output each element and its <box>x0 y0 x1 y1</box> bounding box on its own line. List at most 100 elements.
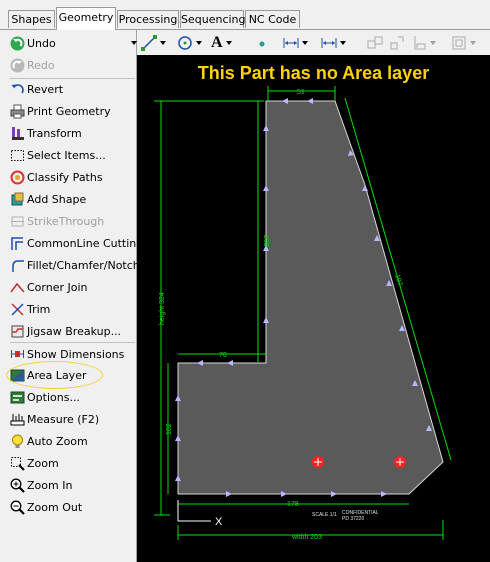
sidebar-item-zoom-out[interactable]: Zoom Out <box>10 497 136 517</box>
tab-shapes-label: Shapes <box>11 13 52 26</box>
undo-label: Undo <box>27 36 56 50</box>
text-icon: A <box>211 33 223 51</box>
tab-sequencing[interactable]: Sequencing <box>180 10 246 28</box>
horizontal-dimension-button[interactable] <box>283 34 308 51</box>
sidebar-item-transform[interactable]: Transform <box>10 123 136 143</box>
horizontal-dimension-icon <box>283 37 299 48</box>
sidebar-item-zoom[interactable]: Zoom <box>10 453 136 473</box>
drawing-toolbar: A <box>131 30 490 55</box>
sidebar-item-corner-join[interactable]: Corner Join <box>10 277 136 297</box>
sidebar-item-zoom-in[interactable]: Zoom In <box>10 475 136 495</box>
sidebar-item-label: Jigsaw Breakup... <box>27 324 122 338</box>
part-drawing: X 51 203 197 height 324 70 102 178 width… <box>154 86 452 541</box>
line-tool-button[interactable] <box>141 34 166 51</box>
sidebar-item-label: Transform <box>27 126 82 140</box>
sidebar-item-label: CommonLine Cutting <box>27 236 144 250</box>
sidebar-item-show-dimensions[interactable]: Show Dimensions <box>10 344 136 364</box>
trim-icon <box>10 302 25 317</box>
anchor-icon <box>414 35 426 50</box>
dim-top: 51 <box>297 89 305 96</box>
dim-width: width 203 <box>291 534 322 541</box>
sidebar-item-strikethrough[interactable]: StrikeThrough <box>10 211 136 231</box>
tab-nc-code-label: NC Code <box>248 13 297 26</box>
sidebar-item-trim[interactable]: Trim <box>10 299 136 319</box>
tab-bar: Shapes Geometry Processing Sequencing NC… <box>0 0 490 30</box>
sidebar-item-label: Select Items... <box>27 148 106 162</box>
pd-number-text: PD 37220 <box>342 516 364 522</box>
sidebar-item-label: Zoom In <box>27 478 73 492</box>
sidebar-item-label: StrikeThrough <box>27 214 105 228</box>
scale-text: SCALE 1/1 <box>312 512 337 518</box>
sidebar-item-label: Zoom Out <box>27 500 83 514</box>
undo-button[interactable]: Undo <box>10 33 136 53</box>
fillet-icon <box>10 258 25 273</box>
point-icon <box>259 41 265 46</box>
dim-left-lower: 102 <box>166 423 173 435</box>
sidebar-item-commonline-cutting[interactable]: CommonLine Cutting <box>10 233 143 253</box>
undo-icon <box>10 36 25 51</box>
origin-axis <box>177 500 211 522</box>
dim-bottom: 178 <box>287 501 299 508</box>
line-icon <box>141 34 157 51</box>
sidebar-item-label: Print Geometry <box>27 104 111 118</box>
pierce-marker[interactable] <box>394 456 406 468</box>
revert-icon <box>10 82 25 97</box>
zoom-out-icon <box>10 500 25 515</box>
x-axis-label: X <box>215 516 223 528</box>
sidebar-item-label: Fillet/Chamfer/Notch <box>27 258 140 272</box>
toolbar-grip <box>128 34 137 51</box>
redo-icon <box>10 58 25 73</box>
corner-join-icon <box>10 280 25 295</box>
sidebar-item-measure[interactable]: Measure (F2) <box>10 409 136 429</box>
redo-button[interactable]: Redo <box>10 55 136 75</box>
classify-paths-icon <box>10 170 25 185</box>
drawing-canvas[interactable]: This Part has no Area layer X 51 203 197… <box>137 55 490 562</box>
auto-zoom-icon <box>10 434 25 449</box>
sidebar-item-options[interactable]: Options... <box>10 387 136 407</box>
tab-geometry[interactable]: Geometry <box>56 7 116 30</box>
measure-icon <box>10 412 25 427</box>
add-shape-icon <box>10 192 25 207</box>
zoom-box-icon <box>10 456 25 471</box>
sidebar-item-fillet-chamfer-notch[interactable]: Fillet/Chamfer/Notch <box>10 255 140 275</box>
sidebar-item-jigsaw-breakup[interactable]: Jigsaw Breakup... <box>10 321 136 341</box>
tab-shapes[interactable]: Shapes <box>8 10 55 28</box>
pierce-marker[interactable] <box>312 456 324 468</box>
select-box-icon <box>10 148 25 163</box>
point-tool-button[interactable] <box>257 34 267 51</box>
distribute-tool-button[interactable] <box>389 34 405 51</box>
tab-nc-code[interactable]: NC Code <box>245 10 300 28</box>
text-tool-button[interactable]: A <box>211 34 232 51</box>
circle-arc-icon <box>178 35 192 50</box>
redo-label: Redo <box>27 58 55 72</box>
sidebar-item-add-shape[interactable]: Add Shape <box>10 189 136 209</box>
zoom-in-icon <box>10 478 25 493</box>
sidebar-item-label: Options... <box>27 390 80 404</box>
sidebar-item-auto-zoom[interactable]: Auto Zoom <box>10 431 136 451</box>
sidebar-item-label: Zoom <box>27 456 59 470</box>
sidebar-item-label: Revert <box>27 82 64 96</box>
sidebar-item-revert[interactable]: Revert <box>10 79 136 99</box>
sidebar-item-select-items[interactable]: Select Items... <box>10 145 136 165</box>
sidebar-separator <box>10 342 135 343</box>
geometry-command-panel: Undo Redo Revert Print Geometry Transfor… <box>0 30 143 562</box>
tab-processing[interactable]: Processing <box>117 10 179 28</box>
arc-tool-button[interactable] <box>177 34 202 51</box>
sidebar-item-classify-paths[interactable]: Classify Paths <box>10 167 136 187</box>
printer-icon <box>10 104 25 119</box>
anchor-tool-button[interactable] <box>411 34 436 51</box>
tab-processing-label: Processing <box>118 13 178 26</box>
sidebar-item-label: Corner Join <box>27 280 88 294</box>
align-tool-button[interactable] <box>367 34 383 51</box>
sidebar-item-print-geometry[interactable]: Print Geometry <box>10 101 136 121</box>
strikethrough-icon <box>10 214 25 229</box>
sidebar-item-label: Auto Zoom <box>27 434 88 448</box>
options-icon <box>10 390 25 405</box>
sidebar-item-label: Trim <box>27 302 51 316</box>
group-tool-button[interactable] <box>451 34 476 51</box>
dimensions-icon <box>10 347 25 362</box>
dim-notch: 70 <box>219 352 227 359</box>
distribute-icon <box>390 36 404 49</box>
aligned-dimension-button[interactable] <box>321 34 346 51</box>
align-icon <box>367 36 383 48</box>
